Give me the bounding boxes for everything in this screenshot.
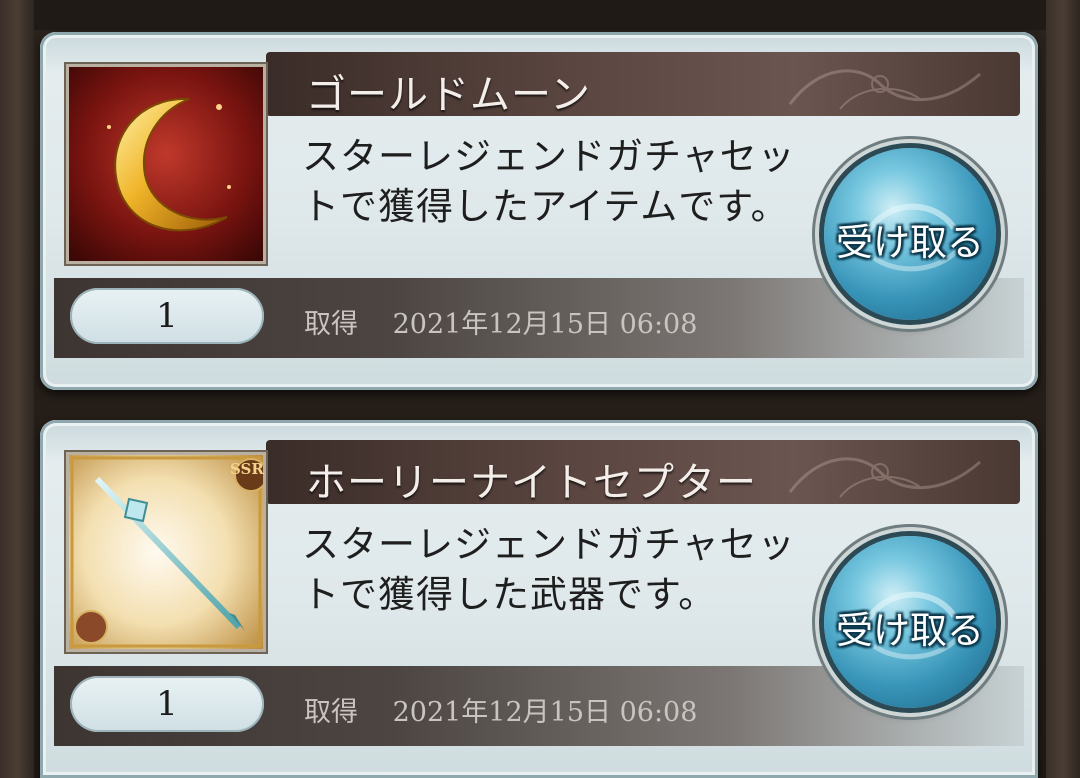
item-card: ホーリーナイトセプター SSR スターレジェンドガチャセッ トで獲得した武器です… xyxy=(40,420,1038,778)
acquired-info: 取得 2021年12月15日 06:08 xyxy=(304,690,697,729)
description-line: スターレジェンドガチャセッ xyxy=(302,135,796,178)
acquired-datetime: 2021年12月15日 06:08 xyxy=(392,309,698,340)
acquired-label: 取得 xyxy=(304,697,358,728)
ornament-decoration xyxy=(788,69,981,110)
item-thumbnail xyxy=(66,452,266,652)
scepter-icon xyxy=(69,455,263,649)
acquired-label: 取得 xyxy=(304,309,358,340)
frame-rail-left xyxy=(0,0,34,778)
item-thumbnail xyxy=(66,64,266,264)
receive-button[interactable]: 受け取る xyxy=(824,536,996,708)
receive-button-label: 受け取る xyxy=(836,609,984,652)
description-line: スターレジェンドガチャセッ xyxy=(302,523,796,566)
receive-button-label: 受け取る xyxy=(836,221,984,264)
top-strip xyxy=(34,0,1046,30)
quantity-badge: 1 xyxy=(70,288,264,344)
item-name: ゴールドムーン xyxy=(306,72,591,116)
quantity-badge: 1 xyxy=(70,676,264,732)
description-line: トで獲得したアイテムです。 xyxy=(302,185,789,228)
description-line: トで獲得した武器です。 xyxy=(302,573,717,616)
item-title-bar: ゴールドムーン xyxy=(266,52,1020,116)
gold-moon-icon xyxy=(69,67,263,261)
ornament-decoration xyxy=(788,457,981,498)
item-description: スターレジェンドガチャセッ トで獲得したアイテムです。 xyxy=(302,132,822,232)
frame-rail-right xyxy=(1046,0,1080,778)
receive-button[interactable]: 受け取る xyxy=(824,148,996,320)
item-description: スターレジェンドガチャセッ トで獲得した武器です。 xyxy=(302,520,822,620)
item-title-bar: ホーリーナイトセプター xyxy=(266,440,1020,504)
item-card: ゴールドムーン スターレジェンドガチャセッ トで獲得したアイテムです。 1 取得… xyxy=(40,32,1038,390)
rarity-badge: SSR xyxy=(230,460,264,478)
acquired-datetime: 2021年12月15日 06:08 xyxy=(392,697,698,728)
acquired-info: 取得 2021年12月15日 06:08 xyxy=(304,302,697,341)
item-name: ホーリーナイトセプター xyxy=(306,460,757,504)
